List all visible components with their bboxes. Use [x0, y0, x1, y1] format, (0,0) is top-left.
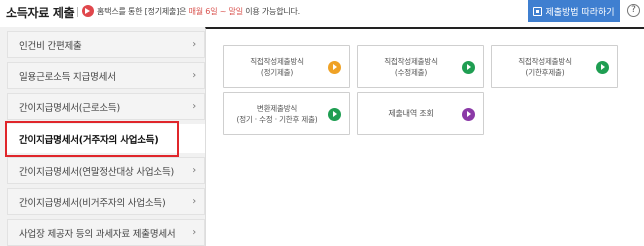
card-text: 직접작성제출방식 (정기제출) [224, 46, 330, 87]
card-text: 직접작성제출방식 (수정제출) [358, 46, 464, 87]
card-text: 변환제출방식 (정기 · 수정 · 기한후 제출) [224, 93, 330, 134]
card-line2: (기한후제출) [525, 67, 565, 77]
submission-guide-label: 제출방법 따라하기 [545, 7, 615, 18]
card-direct-amend[interactable]: 직접작성제출방식 (수정제출) [357, 45, 484, 88]
sidebar-item-label: 간이지급명세서(비거주자의 사업소득) [19, 197, 166, 209]
card-line1: 직접작성제출방식 [250, 56, 304, 66]
sidebar-item-simple-year-end-business[interactable]: 간이지급명세서(연말정산대상 사업소득) › [7, 157, 205, 184]
sidebar-item-daily-worker[interactable]: 일용근로소득 지급명세서 › [7, 62, 205, 89]
help-icon[interactable]: ? [627, 4, 640, 17]
card-text: 제출내역 조회 [358, 93, 464, 134]
sidebar-item-label: 일용근로소득 지급명세서 [19, 71, 116, 83]
notice-suffix: 이용 가능합니다. [242, 7, 301, 16]
card-conversion[interactable]: 변환제출방식 (정기 · 수정 · 기한후 제출) [223, 92, 350, 135]
notice-text: 홈택스를 통한 [정기제출]은 매월 6일 ~ 말일 이용 가능합니다. [97, 6, 300, 17]
arrow-right-icon[interactable] [596, 61, 609, 74]
card-direct-regular[interactable]: 직접작성제출방식 (정기제출) [223, 45, 350, 88]
page-header: 소득자료 제출 홈택스를 통한 [정기제출]은 매월 6일 ~ 말일 이용 가능… [0, 0, 644, 24]
sidebar-item-label: 인건비 간편제출 [19, 40, 82, 52]
sidebar-item-simple-nonresident-business[interactable]: 간이지급명세서(비거주자의 사업소득) › [7, 188, 205, 215]
sidebar-item-simple-earned-income[interactable]: 간이지급명세서(근로소득) › [7, 93, 205, 120]
sidebar-item-workplace-provider[interactable]: 사업장 제공자 등의 과세자료 제출명세서 › [7, 219, 205, 246]
sidebar-item-label: 간이지급명세서(거주자의 사업소득) [19, 134, 159, 146]
arrow-right-icon[interactable] [328, 61, 341, 74]
arrow-right-icon[interactable] [462, 61, 475, 74]
guide-icon [533, 6, 543, 16]
sidebar-item-label: 간이지급명세서(연말정산대상 사업소득) [19, 166, 175, 178]
sidebar: 인건비 간편제출 › 일용근로소득 지급명세서 › 간이지급명세서(근로소득) … [0, 27, 206, 246]
sidebar-item-label: 간이지급명세서(근로소득) [19, 102, 120, 114]
sidebar-item-simple-resident-business[interactable]: 간이지급명세서(거주자의 사업소득) [7, 124, 206, 153]
card-line1: 변환제출방식 [256, 103, 298, 113]
card-line1: 직접작성제출방식 [384, 56, 438, 66]
card-direct-late[interactable]: 직접작성제출방식 (기한후제출) [491, 45, 618, 88]
card-line2: (수정제출) [394, 67, 428, 77]
chevron-right-icon: › [192, 39, 196, 50]
arrow-right-icon[interactable] [462, 108, 475, 121]
chevron-right-icon: › [192, 165, 196, 176]
title-divider [77, 7, 78, 17]
card-submission-history[interactable]: 제출내역 조회 [357, 92, 484, 135]
card-line1: 직접작성제출방식 [518, 56, 572, 66]
notice-speaker-icon [82, 5, 94, 17]
card-line2: (정기제출) [260, 67, 294, 77]
main-content: 직접작성제출방식 (정기제출) 직접작성제출방식 (수정제출) 직접작성제출방식… [205, 27, 644, 246]
sidebar-item-label: 사업장 제공자 등의 과세자료 제출명세서 [19, 228, 176, 240]
notice-prefix: 홈택스를 통한 [정기제출]은 [97, 7, 189, 16]
chevron-right-icon: › [192, 227, 196, 238]
chevron-right-icon: › [192, 101, 196, 112]
page-title: 소득자료 제출 [6, 6, 75, 20]
card-line1: 제출내역 조회 [388, 109, 434, 118]
arrow-right-icon[interactable] [328, 108, 341, 121]
submission-guide-button[interactable]: 제출방법 따라하기 [528, 0, 620, 22]
chevron-right-icon: › [192, 196, 196, 207]
card-line2: (정기 · 수정 · 기한후 제출) [236, 114, 318, 124]
notice-highlight: 매월 6일 ~ 말일 [188, 7, 243, 16]
card-text: 직접작성제출방식 (기한후제출) [492, 46, 598, 87]
chevron-right-icon: › [192, 70, 196, 81]
sidebar-item-labor-cost-simple[interactable]: 인건비 간편제출 › [7, 31, 205, 58]
